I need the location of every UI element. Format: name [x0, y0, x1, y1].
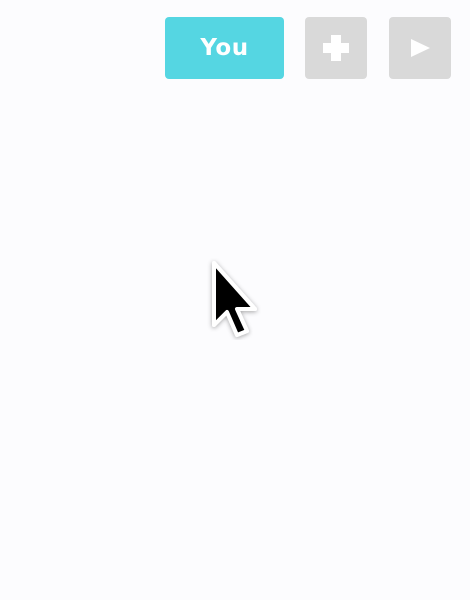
you-button-label: You [200, 35, 249, 61]
add-button[interactable] [305, 17, 367, 79]
arrow-cursor-icon [205, 255, 265, 340]
play-icon [407, 35, 433, 61]
play-button[interactable] [389, 17, 451, 79]
toolbar: You [0, 17, 470, 79]
canvas: You [0, 0, 470, 600]
you-button[interactable]: You [165, 17, 284, 79]
plus-icon [321, 33, 351, 63]
